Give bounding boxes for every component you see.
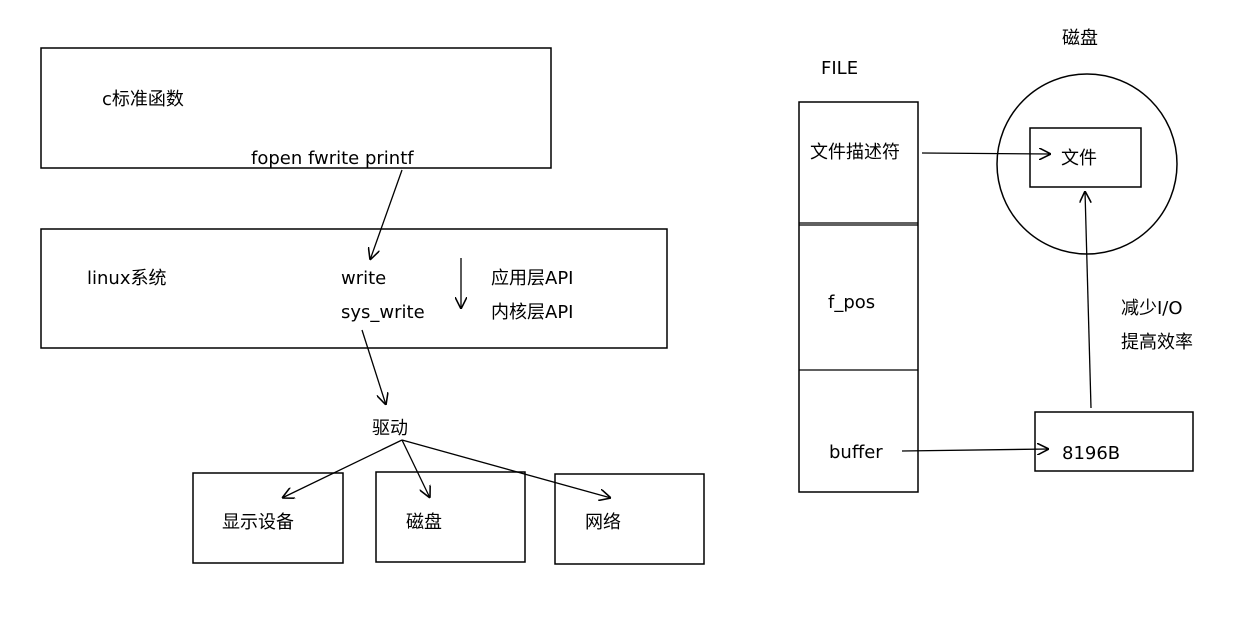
arrow-clib-to-write: [370, 169, 403, 260]
arrow-cache-to-file: [1085, 191, 1092, 409]
arrow-fd-to-file: [921, 153, 1051, 154]
file-struct-title: FILE: [821, 58, 858, 79]
buffer-size-label: 8196B: [1062, 443, 1120, 464]
display-device-label: 显示设备: [222, 512, 294, 533]
note-line-2: 提高效率: [1121, 332, 1193, 353]
sys-write-label: sys_write: [341, 302, 425, 323]
network-device-box: [554, 473, 705, 565]
arrow-buffer-to-cache: [901, 449, 1049, 451]
write-label: write: [341, 268, 386, 289]
c-library-functions: fopen fwrite printf: [251, 148, 414, 169]
network-device-label: 网络: [585, 512, 621, 533]
diagram-canvas: c标准函数 fopen fwrite printf linux系统 write …: [40, 28, 1194, 565]
app-api-label: 应用层API: [491, 268, 573, 289]
fd-field: 文件描述符: [810, 142, 900, 163]
linux-system-title: linux系统: [87, 268, 166, 289]
arrow-driver-to-disk: [401, 439, 430, 498]
c-library-title: c标准函数: [102, 89, 184, 110]
note-line-1: 减少I/O: [1121, 298, 1183, 319]
arrow-syswrite-to-driver: [361, 329, 386, 405]
arrow-driver-to-display: [282, 439, 403, 498]
driver-label: 驱动: [372, 418, 408, 439]
disk-device-box: [375, 471, 526, 563]
buffer-field: buffer: [829, 442, 883, 463]
disk-title: 磁盘: [1062, 28, 1098, 49]
arrow-driver-to-network: [401, 439, 611, 498]
fpos-field: f_pos: [828, 292, 875, 313]
kernel-api-label: 内核层API: [491, 302, 573, 323]
disk-device-label: 磁盘: [406, 512, 442, 533]
file-label: 文件: [1061, 148, 1097, 169]
